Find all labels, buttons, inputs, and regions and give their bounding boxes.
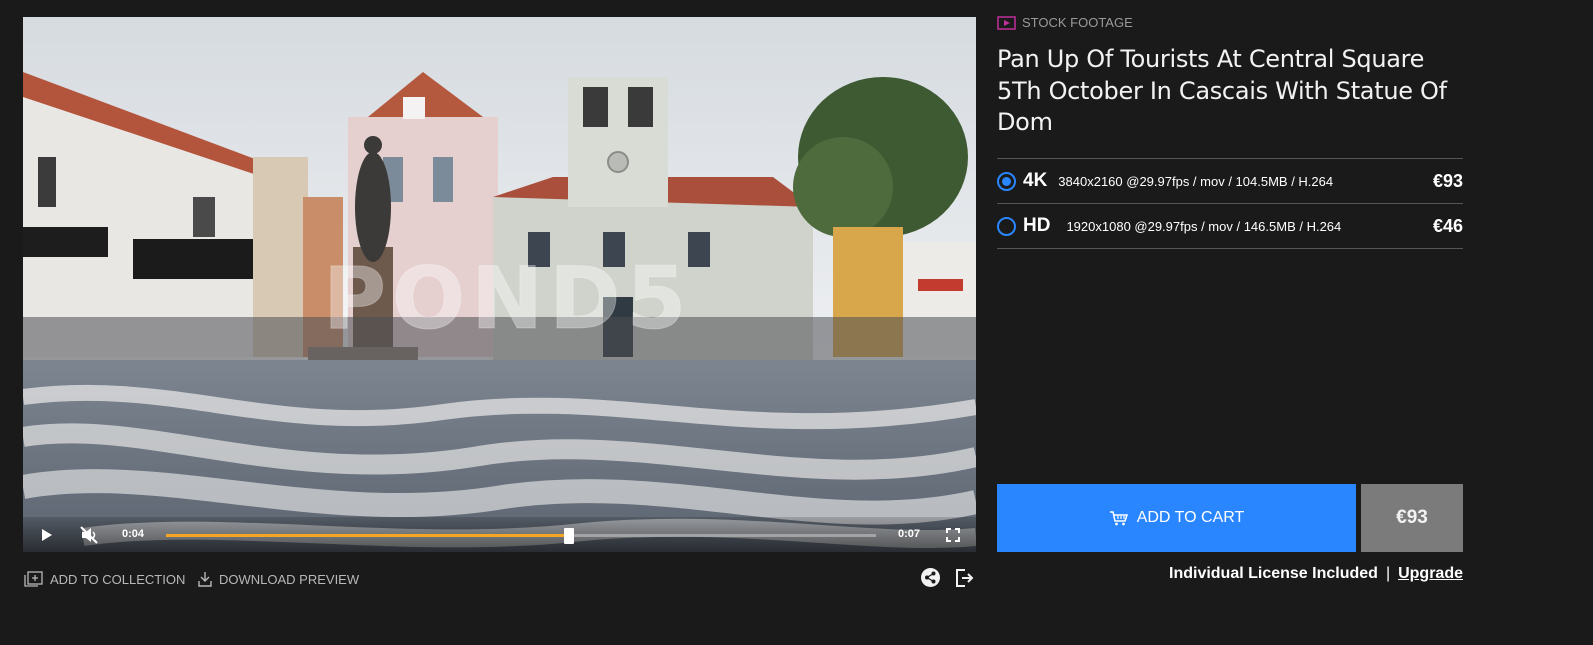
- option-hd-spec: 1920x1080 @29.97fps / mov / 146.5MB / H.…: [1066, 218, 1342, 234]
- option-4k[interactable]: 4K 3840x2160 @29.97fps / mov / 104.5MB /…: [997, 159, 1463, 203]
- option-4k-price: €93: [1432, 170, 1463, 191]
- download-preview-button[interactable]: DOWNLOAD PREVIEW: [198, 571, 359, 587]
- cart-icon: [1109, 511, 1128, 526]
- add-collection-icon: [24, 571, 43, 587]
- license-info: Individual License Included | Upgrade: [1169, 565, 1463, 583]
- duration-time: 0:07: [898, 528, 921, 540]
- add-to-collection-label: ADD TO COLLECTION: [50, 571, 186, 587]
- muted-speaker-icon: [80, 526, 98, 544]
- download-preview-label: DOWNLOAD PREVIEW: [219, 571, 360, 587]
- video-watermark: POND5: [322, 249, 693, 350]
- add-to-cart-button[interactable]: ADD TO CART: [997, 484, 1356, 552]
- license-separator: |: [1385, 565, 1391, 582]
- option-hd-price: €46: [1432, 215, 1463, 236]
- share-icon[interactable]: [921, 568, 940, 587]
- mute-button[interactable]: [79, 525, 99, 545]
- video-player[interactable]: POND5 0:04 0:07: [23, 17, 976, 552]
- page-title: Pan Up Of Tourists At Central Square 5Th…: [997, 45, 1447, 136]
- category-text: STOCK FOOTAGE: [1022, 15, 1133, 30]
- option-hd-label: HD: [1023, 215, 1051, 236]
- progress-fill: [166, 534, 569, 537]
- radio-4k[interactable]: [997, 171, 1016, 191]
- player-controls: 0:04 0:07: [23, 517, 976, 552]
- video-icon: [997, 15, 1016, 30]
- option-4k-spec: 3840x2160 @29.97fps / mov / 104.5MB / H.…: [1058, 173, 1334, 189]
- download-icon: [198, 572, 212, 587]
- license-text: Individual License Included: [1169, 565, 1378, 582]
- current-time: 0:04: [122, 528, 145, 540]
- option-4k-label: 4K: [1023, 170, 1048, 191]
- upgrade-link[interactable]: Upgrade: [1398, 565, 1463, 583]
- option-hd[interactable]: HD 1920x1080 @29.97fps / mov / 146.5MB /…: [997, 204, 1463, 248]
- fullscreen-button[interactable]: [943, 525, 963, 545]
- divider: [997, 248, 1463, 249]
- progress-bar[interactable]: [166, 528, 876, 544]
- play-button[interactable]: [36, 525, 56, 545]
- add-to-cart-label: ADD TO CART: [1136, 509, 1245, 526]
- play-icon: [42, 529, 52, 541]
- open-external-icon[interactable]: [955, 568, 975, 588]
- radio-hd[interactable]: [997, 216, 1016, 236]
- cart-price: €93: [1361, 484, 1463, 552]
- category-label: STOCK FOOTAGE: [997, 15, 1133, 30]
- add-to-collection-button[interactable]: ADD TO COLLECTION: [24, 571, 185, 587]
- fullscreen-icon: [946, 528, 960, 542]
- progress-handle[interactable]: [563, 528, 574, 544]
- radio-selected-dot: [1002, 176, 1011, 186]
